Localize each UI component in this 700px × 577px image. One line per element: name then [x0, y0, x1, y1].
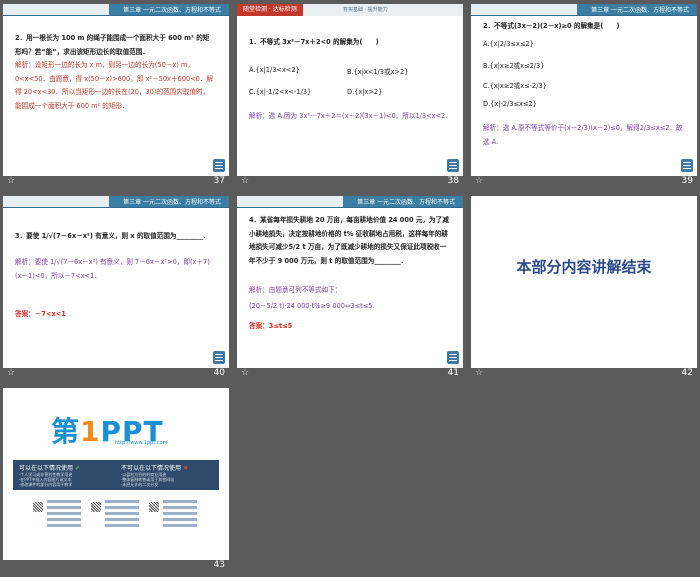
- site-logo: 第1PPT http://www.1ppt.com: [51, 410, 181, 448]
- star-icon[interactable]: ☆: [475, 176, 483, 186]
- page-number: 37: [213, 176, 225, 186]
- tab-practice: 随堂检测 · 达标检测: [237, 4, 303, 16]
- slide-header-bar: 第三章 一元二次函数、方程和不等式: [471, 4, 697, 16]
- star-icon[interactable]: ☆: [241, 176, 249, 186]
- slide-footer: ☆ 41: [237, 368, 463, 382]
- slide-43-canvas: 第1PPT http://www.1ppt.com 可以在以下情况使用 ✔ 不可…: [3, 388, 229, 560]
- slide-footer: ☆ 37: [3, 176, 229, 190]
- star-icon[interactable]: ☆: [7, 368, 15, 378]
- qr-code: [149, 502, 159, 512]
- link-row[interactable]: [163, 518, 197, 521]
- qr-code: [91, 502, 101, 512]
- page-number: 41: [447, 368, 459, 378]
- page-number: 43: [213, 560, 225, 570]
- link-row[interactable]: [105, 518, 139, 521]
- link-row[interactable]: [47, 506, 81, 509]
- page-number: 42: [681, 368, 693, 378]
- answer-text: 解析：选 A.原不等式等价于(x－2/3)(x－2)≤0，解得2/3≤x≤2．故…: [483, 124, 683, 146]
- slide-header-bar: 第三章 一元二次函数、方程和不等式: [3, 196, 229, 208]
- link-row[interactable]: [105, 500, 139, 503]
- slide-42-canvas: 本部分内容讲解结束: [471, 196, 697, 368]
- answer-text: 解析：选 A.因为 3x²－7x＋2＝(x－2)(3x－1)<0，所以1/3<x…: [249, 112, 448, 120]
- question-text: 2．不等式(3x－2)(2－x)≥0 的解集是( ): [483, 22, 620, 30]
- slide-header-bar: 第三章 一元二次函数、方程和不等式: [237, 196, 463, 208]
- star-icon[interactable]: ☆: [475, 368, 483, 378]
- link-row[interactable]: [163, 512, 197, 515]
- question-text: 2．用一根长为 100 m 的绳子能围成一个面积大于 600 m² 的矩形吗？若…: [15, 34, 210, 56]
- page-number: 39: [681, 176, 693, 186]
- slide-footer: ☆ 38: [237, 176, 463, 190]
- slide-thumbnail-39[interactable]: 第三章 一元二次函数、方程和不等式 2．不等式(3x－2)(2－x)≥0 的解集…: [471, 4, 697, 190]
- slide-39-canvas: 第三章 一元二次函数、方程和不等式 2．不等式(3x－2)(2－x)≥0 的解集…: [471, 4, 697, 176]
- slide-thumbnail-37[interactable]: 第三章 一元二次函数、方程和不等式 2．用一根长为 100 m 的绳子能围成一个…: [3, 4, 229, 190]
- check-icon: ✔: [74, 465, 80, 472]
- star-icon[interactable]: ☆: [7, 176, 15, 186]
- link-row[interactable]: [105, 512, 139, 515]
- slide-41-canvas: 第三章 一元二次函数、方程和不等式 4．某省每年损失耕地 20 万亩，每亩耕地价…: [237, 196, 463, 368]
- cannot-line: ·未经允许的二次分发: [121, 482, 159, 487]
- formula-text: (20－5/2 t)·24 000·t%≥9 000⇔3≤t≤5.: [249, 302, 375, 310]
- option-d: D.{x|-2/3≤x≤2}: [483, 100, 537, 108]
- result-text: 答案：－7<x<1: [15, 310, 66, 318]
- menu-nav-icon[interactable]: [213, 159, 225, 172]
- link-row[interactable]: [163, 506, 197, 509]
- menu-nav-icon[interactable]: [213, 351, 225, 364]
- question-text: 4．某省每年损失耕地 20 万亩，每亩耕地价值 24 000 元，为了减小耕地损…: [249, 216, 449, 265]
- cannot-use-heading: 不可以在以下情况使用 ✖: [121, 465, 188, 472]
- option-c: C.{x|x≥2或x≤-2/3}: [483, 82, 547, 90]
- slide-header-bar: 第三章 一元二次函数、方程和不等式: [3, 4, 229, 16]
- slide-thumbnail-42[interactable]: 本部分内容讲解结束 ☆ 42: [471, 196, 697, 382]
- logo-url: http://www.1ppt.com: [115, 440, 168, 446]
- cross-icon: ✖: [182, 465, 188, 472]
- answer-text: 解析：由题意可列不等式如下：: [249, 286, 342, 294]
- slide-footer: ☆ 40: [3, 368, 229, 382]
- slide-header-text: 第三章 一元二次函数、方程和不等式: [591, 7, 689, 14]
- option-d: D.{x|x>2}: [347, 88, 383, 96]
- page-number: 40: [213, 368, 225, 378]
- option-c: C.{x|-1/2<x<-1/3}: [249, 88, 312, 96]
- menu-nav-icon[interactable]: [447, 159, 459, 172]
- page-number: 38: [447, 176, 459, 186]
- option-b: B.{x|x≥2或x≤2/3}: [483, 62, 545, 70]
- option-a: A.{x|2/3≤x≤2}: [483, 40, 534, 48]
- menu-nav-icon[interactable]: [447, 351, 459, 364]
- star-icon[interactable]: ☆: [241, 368, 249, 378]
- slide-footer: ☆ 39: [471, 176, 697, 190]
- slide-header-text: 第三章 一元二次函数、方程和不等式: [123, 7, 221, 14]
- link-row[interactable]: [105, 524, 139, 527]
- slide-thumbnail-43[interactable]: 第1PPT http://www.1ppt.com 可以在以下情况使用 ✔ 不可…: [3, 388, 229, 574]
- tab-subtitle: 夯实基础 · 提升能力: [303, 4, 463, 16]
- slide-header-text: 第三章 一元二次函数、方程和不等式: [123, 199, 221, 206]
- slide-38-canvas: 随堂检测 · 达标检测 夯实基础 · 提升能力 1．不等式 3x²－7x＋2<0…: [237, 4, 463, 176]
- menu-nav-icon[interactable]: [681, 159, 693, 172]
- slide-40-canvas: 第三章 一元二次函数、方程和不等式 3．要使 1/√(7－6x－x²) 有意义，…: [3, 196, 229, 368]
- result-text: 答案：3≤t≤5: [249, 322, 293, 330]
- resource-links: [33, 496, 203, 536]
- question-text: 3．要使 1/√(7－6x－x²) 有意义，则 x 的取值范围为________…: [15, 232, 210, 240]
- question-text: 1．不等式 3x²－7x＋2<0 的解集为( ): [249, 38, 379, 46]
- qr-code: [33, 502, 43, 512]
- slide-footer: 43: [3, 560, 229, 574]
- link-row[interactable]: [47, 500, 81, 503]
- link-row[interactable]: [47, 524, 81, 527]
- option-a: A.{x|1/3<x<2}: [249, 66, 300, 74]
- answer-text: 解析：要使 1/√(7－6x－x²) 有意义，则 7－6x－x²>0，即(x＋7…: [15, 258, 210, 280]
- link-row[interactable]: [163, 524, 197, 527]
- link-row[interactable]: [105, 506, 139, 509]
- link-row[interactable]: [163, 500, 197, 503]
- slide-37-canvas: 第三章 一元二次函数、方程和不等式 2．用一根长为 100 m 的绳子能围成一个…: [3, 4, 229, 176]
- end-title: 本部分内容讲解结束: [516, 258, 652, 276]
- link-row[interactable]: [47, 518, 81, 521]
- slide-thumbnail-38[interactable]: 随堂检测 · 达标检测 夯实基础 · 提升能力 1．不等式 3x²－7x＋2<0…: [237, 4, 463, 190]
- answer-text: 解析：设矩形一边的长为 x m，则另一边的长为(50－x) m，0<x<50．由…: [15, 61, 214, 110]
- can-line: ·修改课件的部分内容用于教学: [19, 482, 73, 487]
- link-row[interactable]: [47, 512, 81, 515]
- can-use-heading: 可以在以下情况使用 ✔: [19, 465, 80, 472]
- option-b: B.{x|x<1/3或x>2}: [347, 68, 409, 76]
- slide-thumbnail-40[interactable]: 第三章 一元二次函数、方程和不等式 3．要使 1/√(7－6x－x²) 有意义，…: [3, 196, 229, 382]
- slide-footer: ☆ 42: [471, 368, 697, 382]
- usage-panel: 可以在以下情况使用 ✔ 不可以在以下情况使用 ✖ ·个人学习或非营利性教学用途 …: [13, 460, 219, 490]
- slide-thumbnail-41[interactable]: 第三章 一元二次函数、方程和不等式 4．某省每年损失耕地 20 万亩，每亩耕地价…: [237, 196, 463, 382]
- slide-header-text: 第三章 一元二次函数、方程和不等式: [357, 199, 455, 206]
